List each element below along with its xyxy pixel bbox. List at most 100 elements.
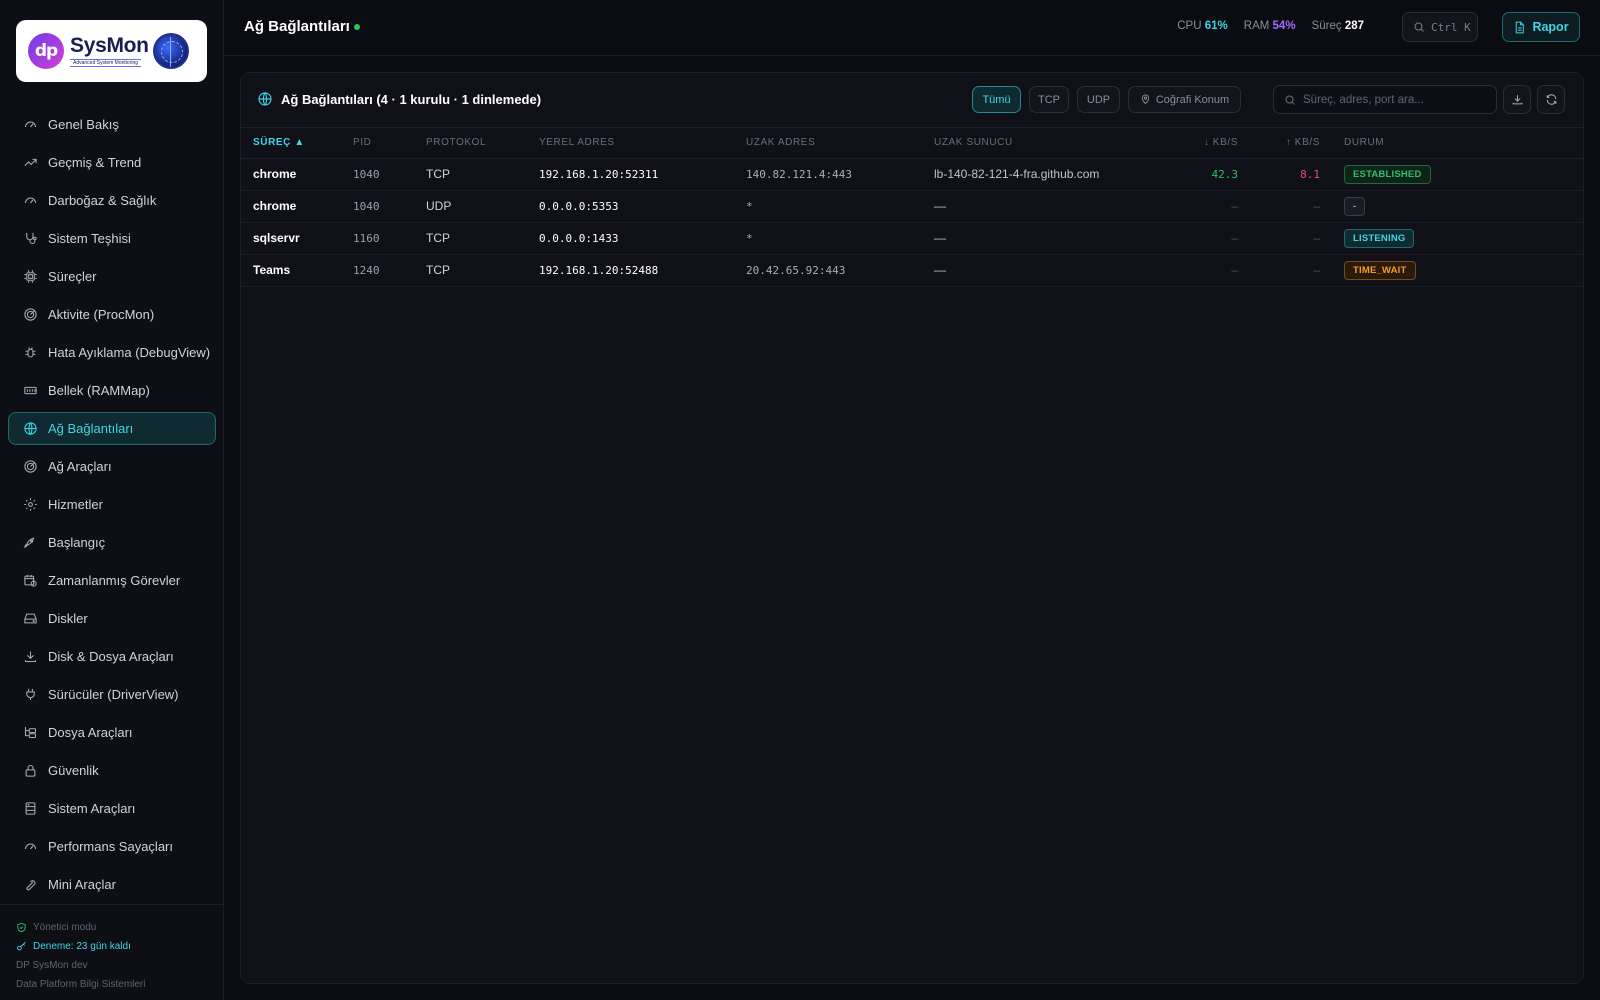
column-header-local-address[interactable]: YEREL ADRES	[539, 128, 746, 159]
sidebar-item-aktivite-procmon[interactable]: Aktivite (ProcMon)	[8, 298, 216, 331]
plug-icon	[22, 687, 38, 703]
cpu-icon	[22, 269, 38, 285]
cell-protocol: TCP	[426, 158, 539, 191]
sidebar-item-label: Hizmetler	[48, 497, 103, 512]
sidebar-item-mini-araçlar[interactable]: Mini Araçlar	[8, 868, 216, 901]
column-header-process[interactable]: SÜREÇ ▲	[241, 128, 353, 159]
memory-icon	[22, 383, 38, 399]
cell-download-rate: –	[1194, 254, 1238, 287]
cell-upload-rate: –	[1238, 190, 1320, 223]
panel-header: Ağ Bağlantıları (4 · 1 kurulu · 1 dinlem…	[241, 73, 1583, 128]
sidebar-item-hizmetler[interactable]: Hizmetler	[8, 488, 216, 521]
search-icon	[1285, 95, 1295, 105]
sidebar-item-ağ-bağlantıları[interactable]: Ağ Bağlantıları	[8, 412, 216, 445]
export-button[interactable]	[1503, 85, 1531, 114]
filter-tcp-button[interactable]: TCP	[1029, 86, 1069, 113]
table-row[interactable]: sqlservr 1160 TCP 0.0.0.0:1433 * — – – LISTENING	[241, 222, 1583, 255]
sidebar-item-performans-sayaçları[interactable]: Performans Sayaçları	[8, 830, 216, 863]
sidebar-nav: Genel Bakış Geçmiş & Trend Darboğaz & Sağl…	[8, 108, 216, 906]
admin-mode-label: Yönetici modu	[33, 922, 97, 933]
sidebar-item-dosya-araçları[interactable]: Dosya Araçları	[8, 716, 216, 749]
cpu-value: 61%	[1204, 20, 1228, 32]
trial-indicator[interactable]: Deneme: 23 gün kaldı	[16, 937, 224, 956]
sidebar-item-hata-ayıklama-debugview[interactable]: Hata Ayıklama (DebugView)	[8, 336, 216, 369]
process-label: Süreç	[1311, 20, 1342, 32]
cell-state: ESTABLISHED	[1320, 158, 1583, 191]
connections-panel: Ağ Bağlantıları (4 · 1 kurulu · 1 dinlem…	[240, 72, 1584, 984]
sidebar-item-geçmiş-trend[interactable]: Geçmiş & Trend	[8, 146, 216, 179]
column-header-download-rate[interactable]: ↓ KB/S	[1194, 128, 1238, 159]
sidebar-item-label: Sürücüler (DriverView)	[48, 687, 179, 702]
cell-local-address: 192.168.1.20:52311	[539, 158, 746, 191]
table-row[interactable]: Teams 1240 TCP 192.168.1.20:52488 20.42.65.9…	[241, 254, 1583, 287]
command-search-button[interactable]: Ctrl K	[1402, 12, 1478, 42]
sidebar-item-başlangıç[interactable]: Başlangıç	[8, 526, 216, 559]
column-header-remote-address[interactable]: UZAK ADRES	[746, 128, 934, 159]
sidebar-item-label: Bellek (RAMMap)	[48, 383, 150, 398]
cell-remote-host: —	[934, 254, 1194, 287]
table-row[interactable]: chrome 1040 UDP 0.0.0.0:5353 * — – – -	[241, 190, 1583, 223]
server-icon	[22, 801, 38, 817]
column-header-remote-host[interactable]: UZAK SUNUCU	[934, 128, 1194, 159]
sidebar-item-süreçler[interactable]: Süreçler	[8, 260, 216, 293]
cell-process: Teams	[241, 254, 353, 287]
sidebar-item-güvenlik[interactable]: Güvenlik	[8, 754, 216, 787]
cell-pid: 1040	[353, 158, 426, 191]
cell-local-address: 0.0.0.0:1433	[539, 222, 746, 255]
panel-title-text: Ağ Bağlantıları (4 · 1 kurulu · 1 dinlem…	[281, 91, 542, 107]
trend-icon	[22, 155, 38, 171]
top-header: Ağ Bağlantıları CPU 61% RAM 54% Süreç 28…	[224, 0, 1600, 56]
sidebar-item-label: Genel Bakış	[48, 117, 119, 132]
report-button[interactable]: Rapor	[1502, 12, 1580, 42]
table-search[interactable]	[1273, 85, 1497, 114]
column-header-pid[interactable]: PID	[353, 128, 426, 159]
sidebar-footer: Yönetici modu Deneme: 23 gün kaldı DP Sy…	[0, 904, 224, 1000]
sidebar-item-label: Performans Sayaçları	[48, 839, 173, 854]
sidebar-item-label: Zamanlanmış Görevler	[48, 573, 181, 588]
sidebar-item-zamanlanmış-görevler[interactable]: Zamanlanmış Görevler	[8, 564, 216, 597]
sidebar-item-darboğaz-sağlık[interactable]: Darboğaz & Sağlık	[8, 184, 216, 217]
globe-icon	[258, 92, 272, 106]
wrench-icon	[22, 877, 38, 893]
cpu-stat: CPU 61%	[1177, 20, 1228, 32]
sidebar-item-label: Dosya Araçları	[48, 725, 133, 740]
table-search-input[interactable]	[1303, 93, 1493, 106]
filter-udp-button[interactable]: UDP	[1077, 86, 1120, 113]
ram-stat: RAM 54%	[1244, 20, 1296, 32]
cell-download-rate: –	[1194, 222, 1238, 255]
sidebar-item-sistem-araçları[interactable]: Sistem Araçları	[8, 792, 216, 825]
app-name: SysMon	[70, 34, 149, 57]
app-logo[interactable]: dp SysMon Advanced System Monitoring	[16, 20, 207, 82]
sidebar-item-bellek-rammap[interactable]: Bellek (RAMMap)	[8, 374, 216, 407]
sidebar-item-diskler[interactable]: Diskler	[8, 602, 216, 635]
column-header-upload-rate[interactable]: ↑ KB/S	[1238, 128, 1320, 159]
filter-all-button[interactable]: Tümü	[972, 86, 1021, 113]
sidebar-item-label: Geçmiş & Trend	[48, 155, 142, 170]
sidebar-item-label: Ağ Bağlantıları	[48, 421, 134, 436]
rocket-icon	[22, 535, 38, 551]
cell-process: sqlservr	[241, 222, 353, 255]
cell-protocol: TCP	[426, 222, 539, 255]
drive-icon	[22, 611, 38, 627]
sidebar-item-label: Disk & Dosya Araçları	[48, 649, 174, 664]
sidebar-item-ağ-araçları[interactable]: Ağ Araçları	[8, 450, 216, 483]
column-header-state[interactable]: DURUM	[1320, 128, 1583, 159]
process-stat: Süreç 287	[1312, 20, 1364, 32]
cell-remote-host: lb-140-82-121-4-fra.github.com	[934, 158, 1194, 191]
cell-state: LISTENING	[1320, 222, 1583, 255]
radar-icon	[22, 459, 38, 475]
sidebar-item-disk-dosya-araçları[interactable]: Disk & Dosya Araçları	[8, 640, 216, 673]
geo-location-button[interactable]: Coğrafi Konum	[1128, 86, 1241, 113]
sidebar-item-genel-bakış[interactable]: Genel Bakış	[8, 108, 216, 141]
process-count: 287	[1344, 20, 1364, 32]
sidebar-item-sürücüler-driverview[interactable]: Sürücüler (DriverView)	[8, 678, 216, 711]
column-header-protocol[interactable]: PROTOKOL	[426, 128, 539, 159]
sidebar-item-sistem-teşhisi[interactable]: Sistem Teşhisi	[8, 222, 216, 255]
table-row[interactable]: chrome 1040 TCP 192.168.1.20:52311 140.82.12…	[241, 158, 1583, 191]
refresh-button[interactable]	[1537, 85, 1565, 114]
refresh-icon	[1546, 94, 1556, 105]
sidebar-item-label: Sistem Araçları	[48, 801, 136, 816]
cell-remote-host: —	[934, 190, 1194, 223]
sidebar-item-label: Güvenlik	[48, 763, 99, 778]
company-label: Data Platform Bilgi Sistemleri	[16, 979, 146, 990]
